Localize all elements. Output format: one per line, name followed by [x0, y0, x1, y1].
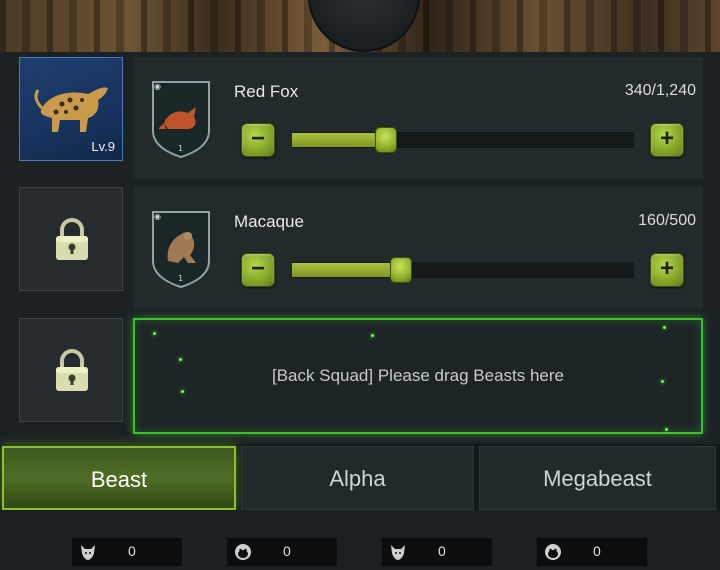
category-tabs: Beast Alpha Megabeast [0, 444, 720, 510]
beast-counters-bar: 0 0 0 0 [0, 510, 720, 570]
increase-button[interactable]: + [650, 123, 684, 157]
beast-count: 160/500 [638, 212, 696, 229]
sparkle [153, 332, 156, 335]
top-banner-image [0, 0, 720, 52]
beast-row-macaque: ◉ 1 Macaque 160/500 − + [133, 187, 703, 309]
beast-shield-badge: ◉ 1 [152, 211, 210, 289]
shield-number: 1 [178, 274, 183, 283]
beast-name: Red Fox [234, 82, 299, 101]
svg-text:◉: ◉ [154, 212, 161, 221]
sparkle [179, 358, 182, 361]
beast-counter: 0 [537, 538, 647, 566]
padlock-icon [56, 218, 88, 260]
slider-fill [292, 263, 401, 277]
tab-alpha[interactable]: Alpha [241, 446, 474, 510]
back-squad-drop-zone[interactable]: [Back Squad] Please drag Beasts here [133, 318, 703, 434]
banner-medallion [308, 0, 420, 52]
wolf-head-icon [391, 545, 405, 560]
counter-value: 0 [438, 543, 446, 559]
svg-text:◉: ◉ [154, 82, 161, 91]
sparkle [663, 326, 666, 329]
beast-counter: 0 [72, 538, 182, 566]
shield-number: 1 [178, 144, 183, 153]
counter-value: 0 [283, 543, 291, 559]
counter-value: 0 [128, 543, 136, 559]
ape-head-icon [545, 544, 561, 560]
sparkle [665, 428, 668, 431]
sparkle [371, 334, 374, 337]
drop-zone-label: [Back Squad] Please drag Beasts here [271, 366, 564, 385]
sparkle [181, 390, 184, 393]
beast-counter: 0 [227, 538, 337, 566]
ape-head-icon [235, 544, 251, 560]
quantity-slider[interactable] [292, 127, 634, 153]
tab-megabeast[interactable]: Megabeast [479, 446, 716, 510]
slider-fill [292, 133, 386, 147]
wolf-head-icon [81, 545, 95, 560]
beast-name: Macaque [234, 212, 304, 231]
decrease-button[interactable]: − [241, 253, 275, 287]
padlock-icon [56, 349, 88, 391]
slider-handle[interactable] [390, 257, 412, 283]
tab-beast[interactable]: Beast [2, 446, 236, 510]
decrease-button[interactable]: − [241, 123, 275, 157]
quantity-slider[interactable] [292, 257, 634, 283]
squad-slot-2[interactable] [19, 187, 123, 291]
beast-shield-badge: ◉ 1 [152, 81, 210, 159]
squad-panel: Lv.9 ◉ 1 Red Fox 340/1,240 − + ◉ 1 Macaq… [0, 52, 720, 444]
beast-count: 340/1,240 [624, 82, 696, 99]
squad-slot-1[interactable]: Lv.9 [19, 57, 123, 161]
leopard-portrait-icon [34, 87, 108, 132]
slot-level-label: Lv.9 [91, 139, 115, 154]
counter-value: 0 [593, 543, 601, 559]
beast-row-red-fox: ◉ 1 Red Fox 340/1,240 − + [133, 57, 703, 179]
slider-handle[interactable] [375, 127, 397, 153]
increase-button[interactable]: + [650, 253, 684, 287]
squad-slot-3[interactable] [19, 318, 123, 422]
beast-counter: 0 [382, 538, 492, 566]
